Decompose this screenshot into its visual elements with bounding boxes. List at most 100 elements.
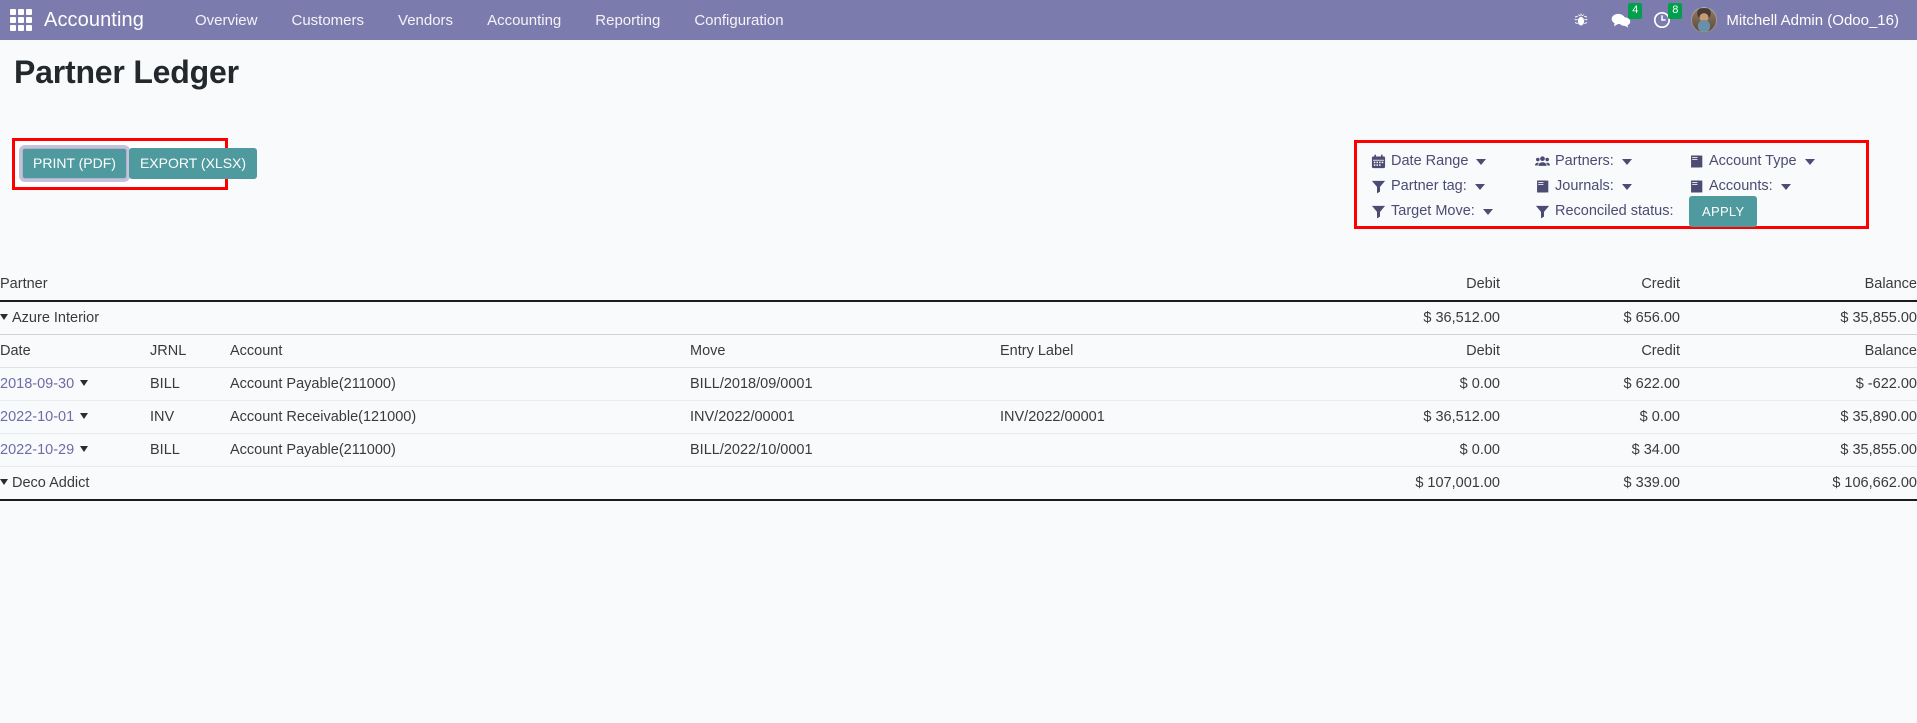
- activities-badge: 8: [1668, 3, 1683, 19]
- filter-account-type[interactable]: Account Type: [1689, 154, 1815, 169]
- nav-item-overview[interactable]: Overview: [178, 3, 275, 38]
- line-date-cell[interactable]: 2018-09-30: [0, 367, 150, 401]
- header-credit: Credit: [1500, 268, 1680, 302]
- activities-icon-button[interactable]: 8: [1642, 0, 1683, 40]
- subheader-jrnl: JRNL: [150, 334, 230, 368]
- table-row[interactable]: Deco Addict $ 107,001.00 $ 339.00 $ 106,…: [0, 466, 1917, 501]
- table-row[interactable]: 2022-10-29 BILL Account Payable(211000) …: [0, 433, 1917, 467]
- filter-journals[interactable]: Journals:: [1535, 179, 1685, 194]
- filter-target-move[interactable]: Target Move:: [1371, 204, 1531, 219]
- funnel-icon: [1371, 180, 1386, 194]
- line-entry-label: [1000, 433, 1300, 467]
- main-header-row: Partner Debit Credit Balance: [0, 268, 1917, 302]
- filters-annotation-box: Date Range Partners: Account Type Partne…: [1354, 140, 1869, 229]
- filter-panel: Date Range Partners: Account Type Partne…: [1371, 149, 1815, 227]
- apps-grid-icon[interactable]: [10, 9, 32, 31]
- subheader-balance: Balance: [1680, 334, 1917, 368]
- chevron-down-icon[interactable]: [0, 479, 8, 485]
- user-menu[interactable]: Mitchell Admin (Odoo_16): [1682, 0, 1903, 40]
- table-row[interactable]: Azure Interior $ 36,512.00 $ 656.00 $ 35…: [0, 301, 1917, 335]
- line-account: Account Payable(211000): [230, 367, 690, 401]
- partner-credit: $ 339.00: [1500, 466, 1680, 501]
- partner-name[interactable]: Azure Interior: [12, 310, 99, 326]
- funnel-icon: [1535, 205, 1550, 219]
- chevron-down-icon: [1621, 158, 1632, 165]
- apply-cell: APPLY: [1689, 196, 1815, 227]
- header-balance: Balance: [1680, 268, 1917, 302]
- line-balance: $ 35,890.00: [1680, 400, 1917, 434]
- partner-debit: $ 107,001.00: [1300, 466, 1500, 501]
- filter-partner-tag-label: Partner tag:: [1391, 178, 1467, 195]
- filter-accounts[interactable]: Accounts:: [1689, 179, 1815, 194]
- line-balance: $ -622.00: [1680, 367, 1917, 401]
- messages-icon-button[interactable]: 4: [1600, 0, 1643, 40]
- apply-button[interactable]: APPLY: [1689, 196, 1758, 227]
- chevron-down-icon: [1476, 158, 1487, 165]
- filter-date-range[interactable]: Date Range: [1371, 154, 1531, 169]
- chevron-down-icon: [1474, 183, 1485, 190]
- partner-debit: $ 36,512.00: [1300, 301, 1500, 335]
- filter-partners-label: Partners:: [1555, 153, 1614, 170]
- line-date-link[interactable]: 2022-10-29: [0, 442, 74, 458]
- line-jrnl: BILL: [150, 367, 230, 401]
- line-debit: $ 0.00: [1300, 367, 1500, 401]
- table-row[interactable]: 2022-10-01 INV Account Receivable(121000…: [0, 400, 1917, 434]
- filter-accounts-label: Accounts:: [1709, 178, 1773, 195]
- nav-item-customers[interactable]: Customers: [274, 3, 381, 38]
- line-balance: $ 35,855.00: [1680, 433, 1917, 467]
- filter-reconciled-status[interactable]: Reconciled status:: [1535, 204, 1685, 219]
- header-debit: Debit: [1300, 268, 1500, 302]
- filter-partners[interactable]: Partners:: [1535, 154, 1685, 169]
- book-icon: [1691, 155, 1703, 168]
- subheader-account: Account: [230, 334, 690, 368]
- page-title: Partner Ledger: [14, 54, 239, 90]
- line-entry-label: INV/2022/00001: [1000, 400, 1300, 434]
- subheader-move: Move: [690, 334, 1000, 368]
- app-brand-accounting[interactable]: Accounting: [44, 9, 144, 32]
- filter-account-type-label: Account Type: [1709, 153, 1797, 170]
- navbar-right-tools: 4 8 Mitchell Admin (Odoo_16): [1562, 0, 1903, 40]
- subheader-debit: Debit: [1300, 334, 1500, 368]
- table-row[interactable]: 2018-09-30 BILL Account Payable(211000) …: [0, 367, 1917, 401]
- line-credit: $ 0.00: [1500, 400, 1680, 434]
- filter-target-move-label: Target Move:: [1391, 203, 1475, 220]
- nav-item-accounting[interactable]: Accounting: [470, 3, 578, 38]
- partner-summary-name-cell[interactable]: Azure Interior: [0, 301, 1000, 335]
- chevron-down-icon[interactable]: [80, 380, 89, 386]
- chevron-down-icon[interactable]: [80, 446, 89, 452]
- line-jrnl: INV: [150, 400, 230, 434]
- partner-ledger-report: Partner Debit Credit Balance Azure Inter…: [0, 268, 1917, 501]
- partner-name[interactable]: Deco Addict: [12, 475, 89, 491]
- line-date-link[interactable]: 2022-10-01: [0, 409, 74, 425]
- partner-summary-name-cell[interactable]: Deco Addict: [0, 466, 1000, 501]
- chevron-down-icon: [1482, 208, 1493, 215]
- bug-icon[interactable]: [1562, 0, 1600, 40]
- line-credit: $ 622.00: [1500, 367, 1680, 401]
- line-date-cell[interactable]: 2022-10-01: [0, 400, 150, 434]
- line-date-cell[interactable]: 2022-10-29: [0, 433, 150, 467]
- chevron-down-icon[interactable]: [0, 314, 8, 320]
- line-move: INV/2022/00001: [690, 400, 1000, 434]
- line-debit: $ 36,512.00: [1300, 400, 1500, 434]
- export-xlsx-button[interactable]: EXPORT (XLSX): [128, 148, 258, 179]
- nav-item-reporting[interactable]: Reporting: [578, 3, 677, 38]
- nav-item-vendors[interactable]: Vendors: [381, 3, 470, 38]
- chevron-down-icon: [1780, 183, 1791, 190]
- line-date-link[interactable]: 2018-09-30: [0, 376, 74, 392]
- report-table: Partner Debit Credit Balance Azure Inter…: [0, 268, 1917, 501]
- chevron-down-icon: [1621, 183, 1632, 190]
- filter-date-range-label: Date Range: [1391, 153, 1469, 170]
- filter-reconciled-status-label: Reconciled status:: [1555, 203, 1674, 220]
- chevron-down-icon: [1804, 158, 1815, 165]
- subheader-credit: Credit: [1500, 334, 1680, 368]
- print-pdf-button[interactable]: PRINT (PDF): [22, 148, 127, 179]
- funnel-icon: [1371, 205, 1386, 219]
- filter-partner-tag[interactable]: Partner tag:: [1371, 179, 1531, 194]
- chevron-down-icon[interactable]: [80, 413, 89, 419]
- filter-journals-label: Journals:: [1555, 178, 1614, 195]
- report-page: Partner Ledger PRINT (PDF) EXPORT (XLSX): [0, 40, 1917, 723]
- line-jrnl: BILL: [150, 433, 230, 467]
- nav-item-configuration[interactable]: Configuration: [677, 3, 800, 38]
- top-navbar: Accounting Overview Customers Vendors Ac…: [0, 0, 1917, 40]
- user-name-label: Mitchell Admin (Odoo_16): [1726, 11, 1899, 29]
